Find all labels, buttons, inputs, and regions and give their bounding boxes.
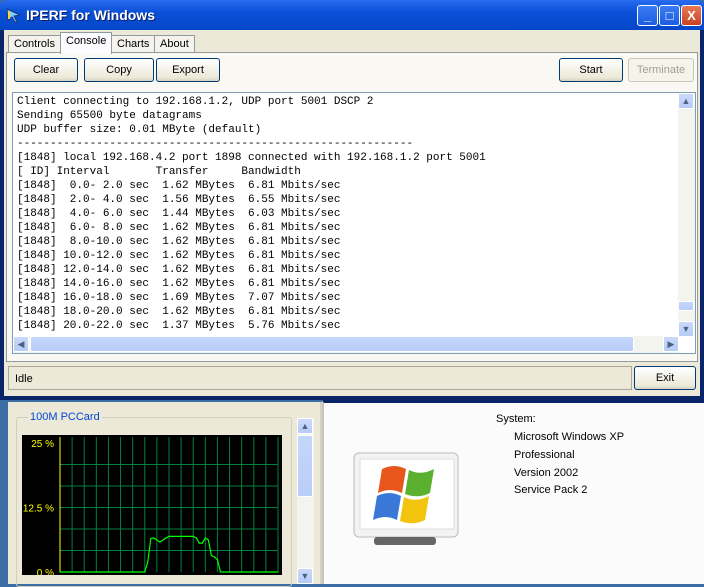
console-line: Client connecting to 192.168.1.2, UDP po… [17,96,374,108]
tab-charts[interactable]: Charts [111,35,156,53]
data-point [144,571,146,573]
tab-console[interactable]: Console [60,32,113,54]
scroll-up-icon[interactable]: ▲ [297,418,313,434]
console-line: [1848] 4.0- 6.0 sec 1.44 MBytes 6.03 Mbi… [17,208,341,220]
console-line: [ ID] Interval Transfer Bandwidth [17,166,301,178]
data-point [277,571,279,573]
os-name: Microsoft Windows XP [514,431,625,443]
window-title: IPERF for Windows [26,7,155,23]
console-line: [1848] 20.0-22.0 sec 1.37 MBytes 5.76 Mb… [17,320,341,332]
windows-xp-monitor-logo [353,452,459,545]
console-line: ----------------------------------------… [17,138,414,150]
scroll-right-icon[interactable]: ▶ [663,336,679,352]
scroll-down-icon[interactable]: ▼ [678,321,694,337]
data-point [213,556,216,558]
data-point [159,541,161,543]
network-utilization-chart: 25 % 12.5 % 0 % [22,435,282,575]
os-edition: Professional [514,449,575,461]
data-point [219,571,222,573]
console-line: [1848] 18.0-20.0 sec 1.62 MBytes 6.81 Mb… [17,306,341,318]
iperf-app-icon [6,8,22,23]
console-line: [1848] 8.0-10.0 sec 1.62 MBytes 6.81 Mbi… [17,236,341,248]
system-info-panel: System: Microsoft Windows XP Professiona… [322,400,704,584]
os-service-pack: Service Pack 2 [514,484,588,496]
scroll-down-icon[interactable]: ▼ [297,568,313,584]
data-point [147,561,149,563]
console-line: [1848] 12.0-14.0 sec 1.62 MBytes 6.81 Mb… [17,264,341,276]
tab-about[interactable]: About [154,35,195,53]
exit-button[interactable]: Exit [634,366,696,390]
data-point [192,535,194,537]
data-point [150,537,152,540]
os-version: Version 2002 [514,467,579,479]
vertical-scroll-thumb[interactable] [678,301,694,311]
title-bar[interactable]: IPERF for Windows _ □ X [0,0,704,30]
status-field: Idle [8,366,632,390]
scroll-up-icon[interactable]: ▲ [678,93,694,109]
console-line: [1848] 14.0-16.0 sec 1.62 MBytes 6.81 Mb… [17,278,341,290]
console-line: [1848] 2.0- 4.0 sec 1.56 MBytes 6.55 Mbi… [17,194,341,206]
data-point [195,537,197,539]
data-point [201,542,203,544]
console-line: [1848] 6.0- 8.0 sec 1.62 MBytes 6.81 Mbi… [17,222,341,234]
terminate-button: Terminate [628,58,694,82]
console-line: Sending 65500 byte datagrams [17,110,202,122]
scroll-left-icon[interactable]: ◀ [13,336,29,352]
horizontal-scroll-thumb[interactable] [30,336,634,352]
data-point [165,537,167,539]
console-output[interactable]: Client connecting to 192.168.1.2, UDP po… [12,92,696,354]
tab-controls[interactable]: Controls [8,35,61,53]
maximize-button[interactable]: □ [659,5,680,26]
horizontal-scrollbar[interactable]: ◀ ▶ [13,336,679,353]
data-point [222,571,225,573]
plot-background [22,435,282,575]
export-button[interactable]: Export [156,58,220,82]
data-point [204,537,206,539]
data-point [210,554,212,557]
data-point [168,535,170,537]
console-line: [1848] 0.0- 2.0 sec 1.62 MBytes 6.81 Mbi… [17,180,341,192]
monitor-scrollbar[interactable]: ▲ ▼ [297,418,314,584]
y-tick-label: 0 % [37,568,54,575]
monitor-scroll-thumb[interactable] [297,435,313,497]
window-client: Controls Console Charts About Clear Copy… [4,30,700,396]
data-point [216,559,219,561]
system-heading: System: [496,413,536,425]
data-point [153,537,155,539]
start-button[interactable]: Start [559,58,623,82]
y-tick-label: 25 % [31,439,54,450]
console-line: [1848] local 192.168.4.2 port 1898 conne… [17,152,486,164]
close-button[interactable]: X [681,5,702,26]
console-line: [1848] 10.0-12.0 sec 1.62 MBytes 6.81 Mb… [17,250,341,262]
network-monitor-panel: 100M PCCard 25 % 12.5 % 0 % ▲ ▼ [8,402,322,587]
clear-button[interactable]: Clear [14,58,78,82]
adapter-label: 100M PCCard [28,411,102,423]
data-point [207,539,209,541]
y-tick-label: 12.5 % [23,504,54,515]
data-point [59,571,61,573]
minimize-button[interactable]: _ [637,5,658,26]
vertical-scrollbar[interactable]: ▲ ▼ [678,93,695,337]
copy-button[interactable]: Copy [84,58,154,82]
console-line: [1848] 16.0-18.0 sec 1.69 MBytes 7.07 Mb… [17,292,341,304]
data-point [198,542,200,544]
console-line: UDP buffer size: 0.01 MByte (default) [17,124,262,136]
iperf-window: IPERF for Windows _ □ X Controls Console… [0,0,704,400]
console-lines: Client connecting to 192.168.1.2, UDP po… [17,95,486,333]
